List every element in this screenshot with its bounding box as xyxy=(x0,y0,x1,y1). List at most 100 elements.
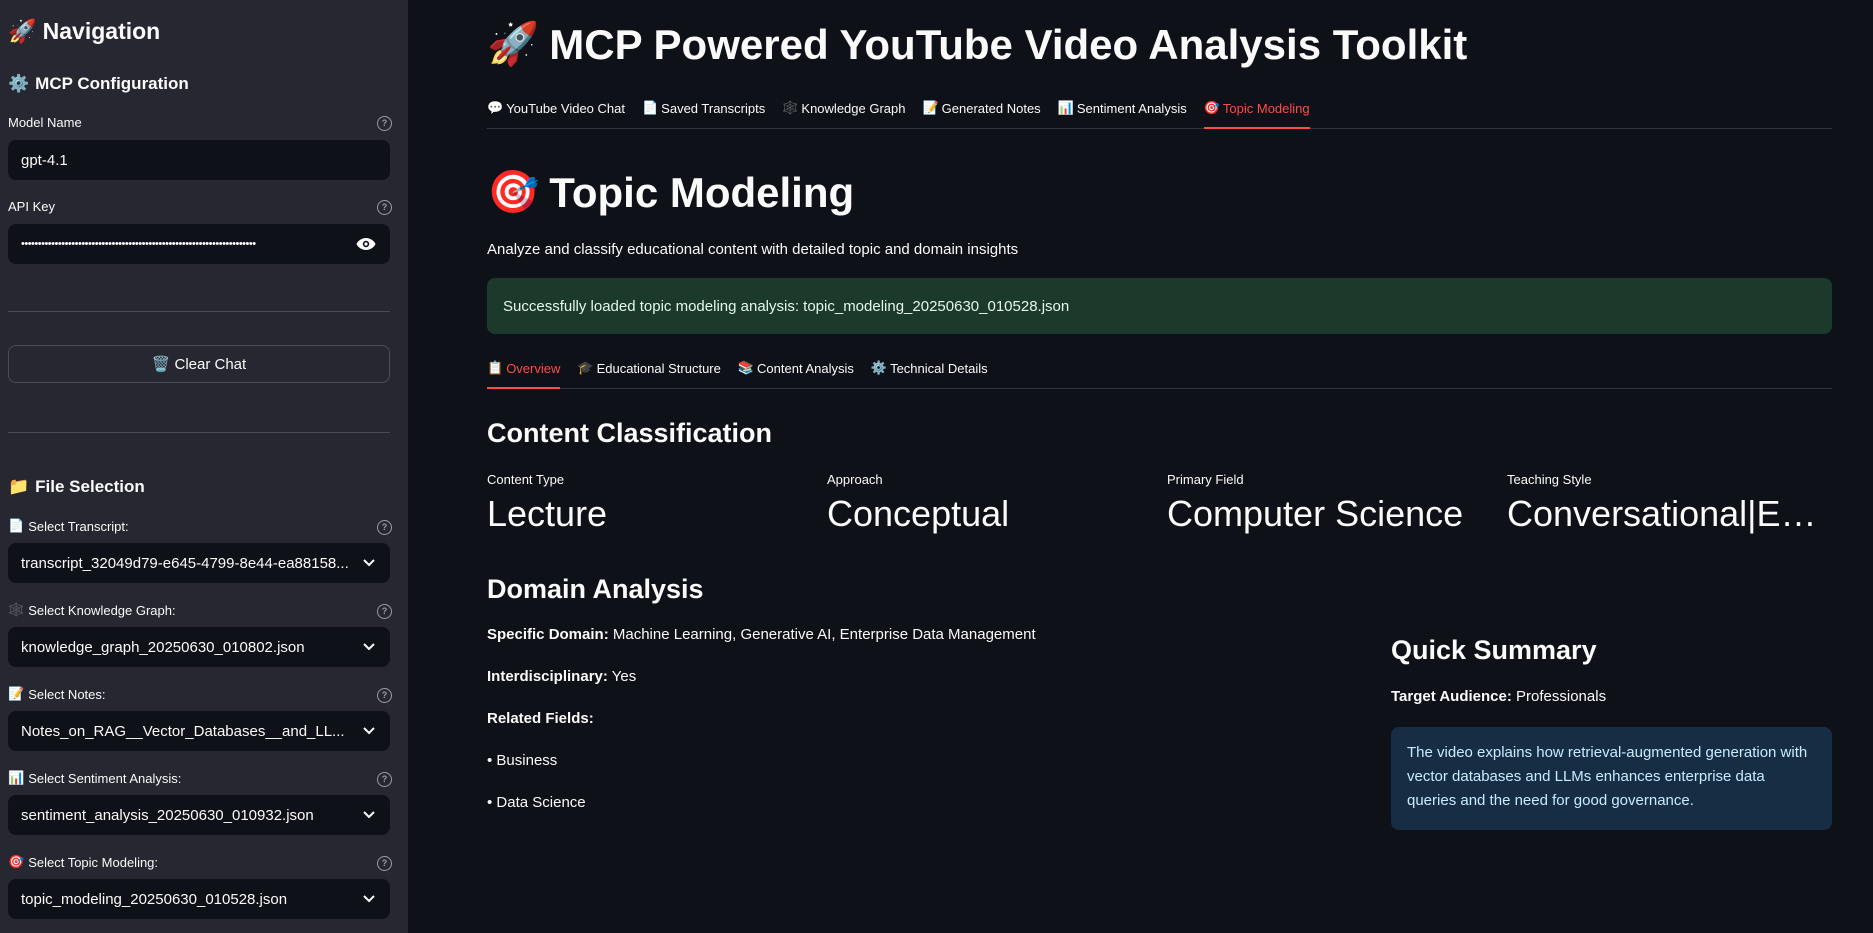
select-knowledge-graph-value: knowledge_graph_20250630_010802.json xyxy=(21,638,305,656)
select-sentiment-label-text: Select Sentiment Analysis: xyxy=(28,770,182,786)
divider xyxy=(8,432,390,433)
network-icon: 🕸️ xyxy=(782,100,799,115)
main-content: 🚀 MCP Powered YouTube Video Analysis Too… xyxy=(408,0,1873,933)
chevron-down-icon xyxy=(361,807,377,823)
summary-info-box: The video explains how retrieval-augment… xyxy=(1391,727,1832,830)
tab-label: Saved Transcripts xyxy=(661,100,766,116)
tab-educational-structure[interactable]: 🎓 Educational Structure xyxy=(577,360,720,388)
sidebar: 🚀 Navigation ⚙️ MCP Configuration Model … xyxy=(0,0,408,933)
page-title-text: MCP Powered YouTube Video Analysis Toolk… xyxy=(549,20,1468,68)
file-selection-text: File Selection xyxy=(35,477,145,496)
help-icon[interactable]: ? xyxy=(377,772,392,787)
gear-icon: ⚙️ xyxy=(870,360,888,375)
help-icon[interactable]: ? xyxy=(377,604,392,619)
metric-label: Content Type xyxy=(487,472,565,487)
list-item: • Business xyxy=(487,752,558,769)
specific-domain: Specific Domain: Machine Learning, Gener… xyxy=(487,626,1036,643)
clear-chat-button[interactable]: 🗑️ Clear Chat xyxy=(8,345,390,383)
select-transcript[interactable]: transcript_32049d79-e645-4799-8e44-ea881… xyxy=(8,543,390,583)
memo-icon: 📝 xyxy=(922,100,939,115)
api-key-value: ••••••••••••••••••••••••••••••••••••••••… xyxy=(21,238,256,250)
tab-topic-modeling[interactable]: 🎯 Topic Modeling xyxy=(1203,100,1310,129)
domain-analysis-heading: Domain Analysis xyxy=(487,574,704,604)
select-sentiment-value: sentiment_analysis_20250630_010932.json xyxy=(21,806,314,824)
select-topic-modeling[interactable]: topic_modeling_20250630_010528.json xyxy=(8,879,390,919)
gear-icon: ⚙️ xyxy=(8,74,30,93)
books-icon: 📚 xyxy=(737,360,755,375)
select-transcript-value: transcript_32049d79-e645-4799-8e44-ea881… xyxy=(21,554,349,572)
related-fields-label: Related Fields: xyxy=(487,710,594,727)
select-notes-label: 📝 Select Notes: xyxy=(8,686,106,702)
clear-chat-label: Clear Chat xyxy=(174,355,247,373)
eye-icon[interactable] xyxy=(355,233,377,255)
tab-sentiment-analysis[interactable]: 📊 Sentiment Analysis xyxy=(1058,100,1187,128)
metric-content-type: Content Type Lecture xyxy=(487,472,817,535)
model-name-label: Model Name xyxy=(8,115,82,130)
chevron-down-icon xyxy=(361,723,377,739)
tab-technical-details[interactable]: ⚙️ Technical Details xyxy=(871,360,988,388)
help-icon[interactable]: ? xyxy=(377,116,392,131)
select-topic-modeling-label: 🎯 Select Topic Modeling: xyxy=(8,854,158,870)
interdisciplinary-label: Interdisciplinary: xyxy=(487,668,608,685)
target-audience-label: Target Audience: xyxy=(1391,688,1512,705)
target-icon: 🎯 xyxy=(8,854,25,869)
config-heading-text: MCP Configuration xyxy=(35,74,189,93)
sidebar-title-text: Navigation xyxy=(42,18,161,44)
metric-value: Computer Science xyxy=(1167,493,1464,534)
tab-youtube-video-chat[interactable]: 💬 YouTube Video Chat xyxy=(487,100,625,128)
api-key-label: API Key xyxy=(8,199,55,214)
select-topic-modeling-value: topic_modeling_20250630_010528.json xyxy=(21,890,288,908)
document-icon: 📄 xyxy=(8,518,25,533)
metric-value: Conceptual xyxy=(827,493,1010,534)
help-icon[interactable]: ? xyxy=(377,688,392,703)
metric-value: Conversational|Exp… xyxy=(1507,493,1833,534)
page-title: 🚀 MCP Powered YouTube Video Analysis Too… xyxy=(487,20,1467,69)
select-sentiment-analysis[interactable]: sentiment_analysis_20250630_010932.json xyxy=(8,795,390,835)
select-notes-label-text: Select Notes: xyxy=(28,686,106,702)
clipboard-icon: 📋 xyxy=(487,360,504,375)
interdisciplinary-value: Yes xyxy=(611,668,637,685)
tab-label: Technical Details xyxy=(890,360,988,376)
section-title-text: Topic Modeling xyxy=(549,168,855,216)
tab-overview[interactable]: 📋 Overview xyxy=(487,360,561,389)
metric-label: Teaching Style xyxy=(1507,472,1592,487)
interdisciplinary: Interdisciplinary: Yes xyxy=(487,668,636,685)
tab-label: Topic Modeling xyxy=(1222,100,1310,116)
tab-label: YouTube Video Chat xyxy=(506,100,625,116)
model-name-input[interactable]: gpt-4.1 xyxy=(8,140,390,180)
tab-content-analysis[interactable]: 📚 Content Analysis xyxy=(738,360,854,388)
content-classification-heading: Content Classification xyxy=(487,418,773,448)
select-knowledge-graph-label: 🕸️ Select Knowledge Graph: xyxy=(8,602,176,618)
target-icon: 🎯 xyxy=(1203,100,1220,115)
metric-value: Lecture xyxy=(487,493,608,534)
bar-chart-icon: 📊 xyxy=(1057,100,1074,115)
help-icon[interactable]: ? xyxy=(377,200,392,215)
document-icon: 📄 xyxy=(641,100,659,115)
config-heading: ⚙️ MCP Configuration xyxy=(8,74,189,94)
specific-domain-value: Machine Learning, Generative AI, Enterpr… xyxy=(612,626,1036,643)
section-title: 🎯 Topic Modeling xyxy=(487,168,854,217)
tab-generated-notes[interactable]: 📝 Generated Notes xyxy=(922,100,1040,128)
metric-label: Primary Field xyxy=(1167,472,1244,487)
tab-label: Sentiment Analysis xyxy=(1076,100,1187,116)
speech-bubble-icon: 💬 xyxy=(487,100,504,115)
bar-chart-icon: 📊 xyxy=(8,770,25,785)
folder-icon: 📁 xyxy=(8,477,30,496)
chevron-down-icon xyxy=(361,891,377,907)
tab-label: Generated Notes xyxy=(941,100,1041,116)
help-icon[interactable]: ? xyxy=(377,856,392,871)
metric-label: Approach xyxy=(827,472,883,487)
divider xyxy=(8,311,390,312)
sub-tabs: 📋 Overview 🎓 Educational Structure 📚 Con… xyxy=(487,360,1832,389)
select-knowledge-graph[interactable]: knowledge_graph_20250630_010802.json xyxy=(8,627,390,667)
select-notes[interactable]: Notes_on_RAG__Vector_Databases__and_LL..… xyxy=(8,711,390,751)
file-selection-heading: 📁 File Selection xyxy=(8,477,145,497)
help-icon[interactable]: ? xyxy=(377,520,392,535)
tab-knowledge-graph[interactable]: 🕸️ Knowledge Graph xyxy=(782,100,905,128)
target-audience: Target Audience: Professionals xyxy=(1391,688,1606,705)
trash-icon: 🗑️ xyxy=(151,356,171,373)
tab-label: Content Analysis xyxy=(757,360,854,376)
specific-domain-label: Specific Domain: xyxy=(487,626,609,643)
api-key-input[interactable]: ••••••••••••••••••••••••••••••••••••••••… xyxy=(8,224,390,264)
tab-saved-transcripts[interactable]: 📄 Saved Transcripts xyxy=(642,100,765,128)
